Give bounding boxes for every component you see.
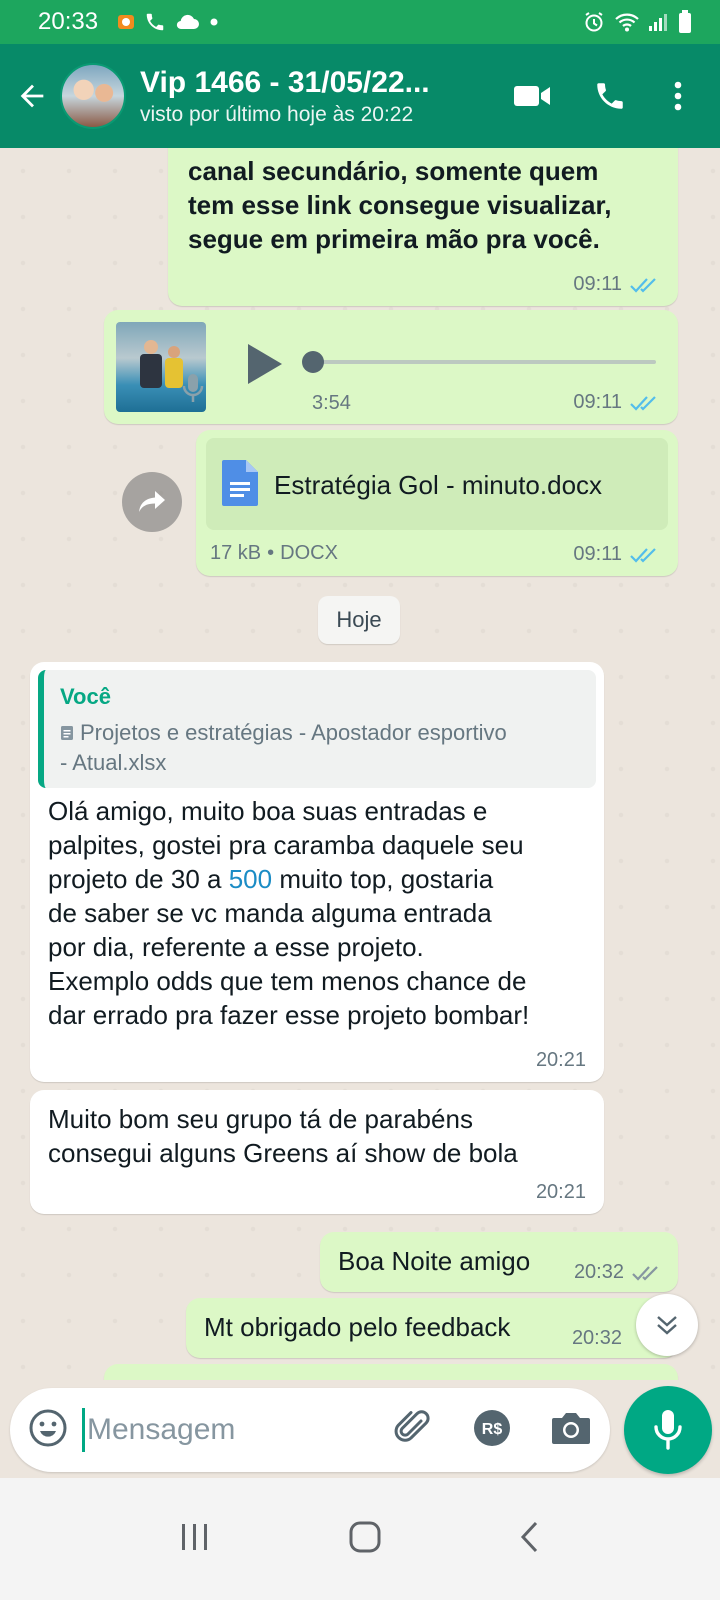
signal-icon [648, 12, 670, 32]
audio-progress-handle[interactable] [302, 351, 324, 373]
message-bubble-outgoing[interactable]: Boa Noite amigo 20:32 [320, 1232, 678, 1292]
message-time: 09:11 [573, 391, 622, 413]
svg-text:R$: R$ [482, 1421, 503, 1438]
message-bubble-outgoing[interactable]: canal secundário, somente quem tem esse … [168, 148, 678, 306]
play-icon [248, 344, 282, 384]
back-arrow-icon [20, 84, 44, 108]
battery-icon [678, 10, 692, 34]
message-text: Muito bom seu grupo tá de parabéns conse… [48, 1104, 518, 1168]
document-size: 17 kB [210, 542, 262, 564]
back-button[interactable] [10, 74, 54, 118]
contact-info[interactable]: Vip 1466 - 31/05/22... visto por último … [140, 65, 502, 127]
message-time: 20:32 [571, 1327, 622, 1349]
voice-call-button[interactable] [580, 66, 640, 126]
message-meta: 09:11 [573, 543, 660, 566]
cloud-icon [174, 13, 200, 31]
alarm-icon [582, 10, 606, 34]
chat-header: Vip 1466 - 31/05/22... visto por último … [0, 44, 720, 148]
message-meta: 20:32 [574, 1261, 662, 1284]
camera-button[interactable] [550, 1409, 592, 1452]
forward-icon [139, 491, 165, 512]
microphone-badge-icon [180, 372, 206, 411]
dot-icon [208, 16, 220, 28]
menu-button[interactable] [648, 66, 708, 126]
message-meta: 09:11 [573, 273, 660, 296]
message-meta: 09:11 [573, 391, 660, 414]
missed-call-icon [144, 11, 166, 33]
delivered-receipt-icon [632, 1265, 658, 1281]
wifi-icon [614, 11, 640, 33]
quote-author: Você [60, 684, 111, 709]
audio-duration: 3:54 [312, 392, 351, 414]
document-separator: • [267, 542, 275, 564]
message-bubble-outgoing[interactable]: Mt obrigado pelo feedback 20:32 [186, 1298, 678, 1358]
message-time: 09:11 [573, 543, 622, 565]
status-time: 20:33 [38, 8, 99, 35]
message-text: Boa Noite amigo [338, 1246, 531, 1276]
message-text: Olá amigo, muito boa suas entradas e pal… [48, 796, 530, 1030]
message-time: 09:11 [573, 273, 622, 295]
forward-button[interactable] [122, 472, 182, 532]
currency-brl-icon: R$ [474, 1409, 510, 1446]
date-divider: Hoje [318, 596, 400, 644]
reply-quote[interactable]: Você Projetos e estratégias - Apostador … [38, 670, 596, 788]
message-text: canal secundário, somente quem tem esse … [188, 156, 612, 254]
document-message[interactable]: Estratégia Gol - minuto.docx 17 kB • DOC… [196, 430, 678, 576]
voice-record-button[interactable] [624, 1386, 712, 1474]
camera-icon [552, 1412, 590, 1444]
message-bubble-incoming[interactable]: Muito bom seu grupo tá de parabéns conse… [30, 1090, 604, 1214]
system-nav-bar [0, 1478, 720, 1600]
video-camera-icon [514, 86, 550, 106]
message-composer: R$ [10, 1388, 610, 1472]
nav-back-icon [520, 1521, 538, 1552]
last-seen: visto por último hoje às 20:22 [140, 103, 414, 126]
play-button[interactable] [244, 342, 284, 391]
read-receipt-icon [630, 277, 656, 293]
read-receipt-icon [630, 547, 656, 563]
message-meta: 20:21 [536, 1049, 586, 1072]
message-meta: 20:32 [572, 1327, 622, 1350]
recent-apps-icon [182, 1523, 207, 1550]
quote-text: Projetos e estratégias - Apostador espor… [60, 720, 507, 775]
message-text: Mt obrigado pelo feedback [204, 1312, 511, 1342]
microphone-icon [654, 1410, 682, 1450]
home-icon [349, 1521, 381, 1552]
scroll-to-bottom-button[interactable] [636, 1294, 698, 1356]
message-bubble-outgoing[interactable] [104, 1364, 678, 1380]
nav-back-button[interactable] [518, 1520, 542, 1559]
text-cursor [82, 1408, 85, 1452]
contact-avatar[interactable] [60, 63, 126, 129]
emoji-button[interactable] [28, 1408, 68, 1453]
status-bar: 20:33 [0, 0, 720, 44]
video-call-button[interactable] [502, 66, 562, 126]
payment-button[interactable]: R$ [472, 1408, 512, 1453]
number-link[interactable]: 500 [229, 864, 272, 894]
recent-apps-button[interactable] [178, 1522, 212, 1557]
phone-icon [597, 83, 623, 109]
message-meta: 20:21 [536, 1181, 586, 1204]
more-vertical-icon [674, 81, 682, 111]
message-bubble-incoming[interactable]: Você Projetos e estratégias - Apostador … [30, 662, 604, 1082]
document-file-icon [220, 458, 260, 513]
chat-area[interactable]: canal secundário, somente quem tem esse … [0, 148, 720, 1380]
attach-button[interactable] [392, 1407, 434, 1454]
document-filename: Estratégia Gol - minuto.docx [274, 470, 603, 500]
message-time: 20:32 [573, 1261, 624, 1283]
read-receipt-icon [630, 395, 656, 411]
audio-progress-track[interactable] [312, 360, 656, 364]
document-card[interactable]: Estratégia Gol - minuto.docx [206, 438, 668, 530]
document-info: 17 kB • DOCX [210, 542, 338, 565]
home-button[interactable] [348, 1520, 382, 1559]
app-notification-icon [116, 12, 136, 32]
paperclip-icon [394, 1409, 430, 1442]
document-small-icon [61, 726, 73, 740]
document-type: DOCX [280, 542, 338, 564]
emoji-icon [29, 1409, 67, 1446]
double-chevron-down-icon [657, 1316, 677, 1335]
audio-message[interactable]: 3:54 09:11 [104, 310, 678, 424]
chat-title: Vip 1466 - 31/05/22... [140, 66, 430, 99]
message-time: 20:21 [535, 1181, 586, 1203]
message-input[interactable] [87, 1413, 357, 1447]
message-time: 20:21 [535, 1049, 586, 1071]
